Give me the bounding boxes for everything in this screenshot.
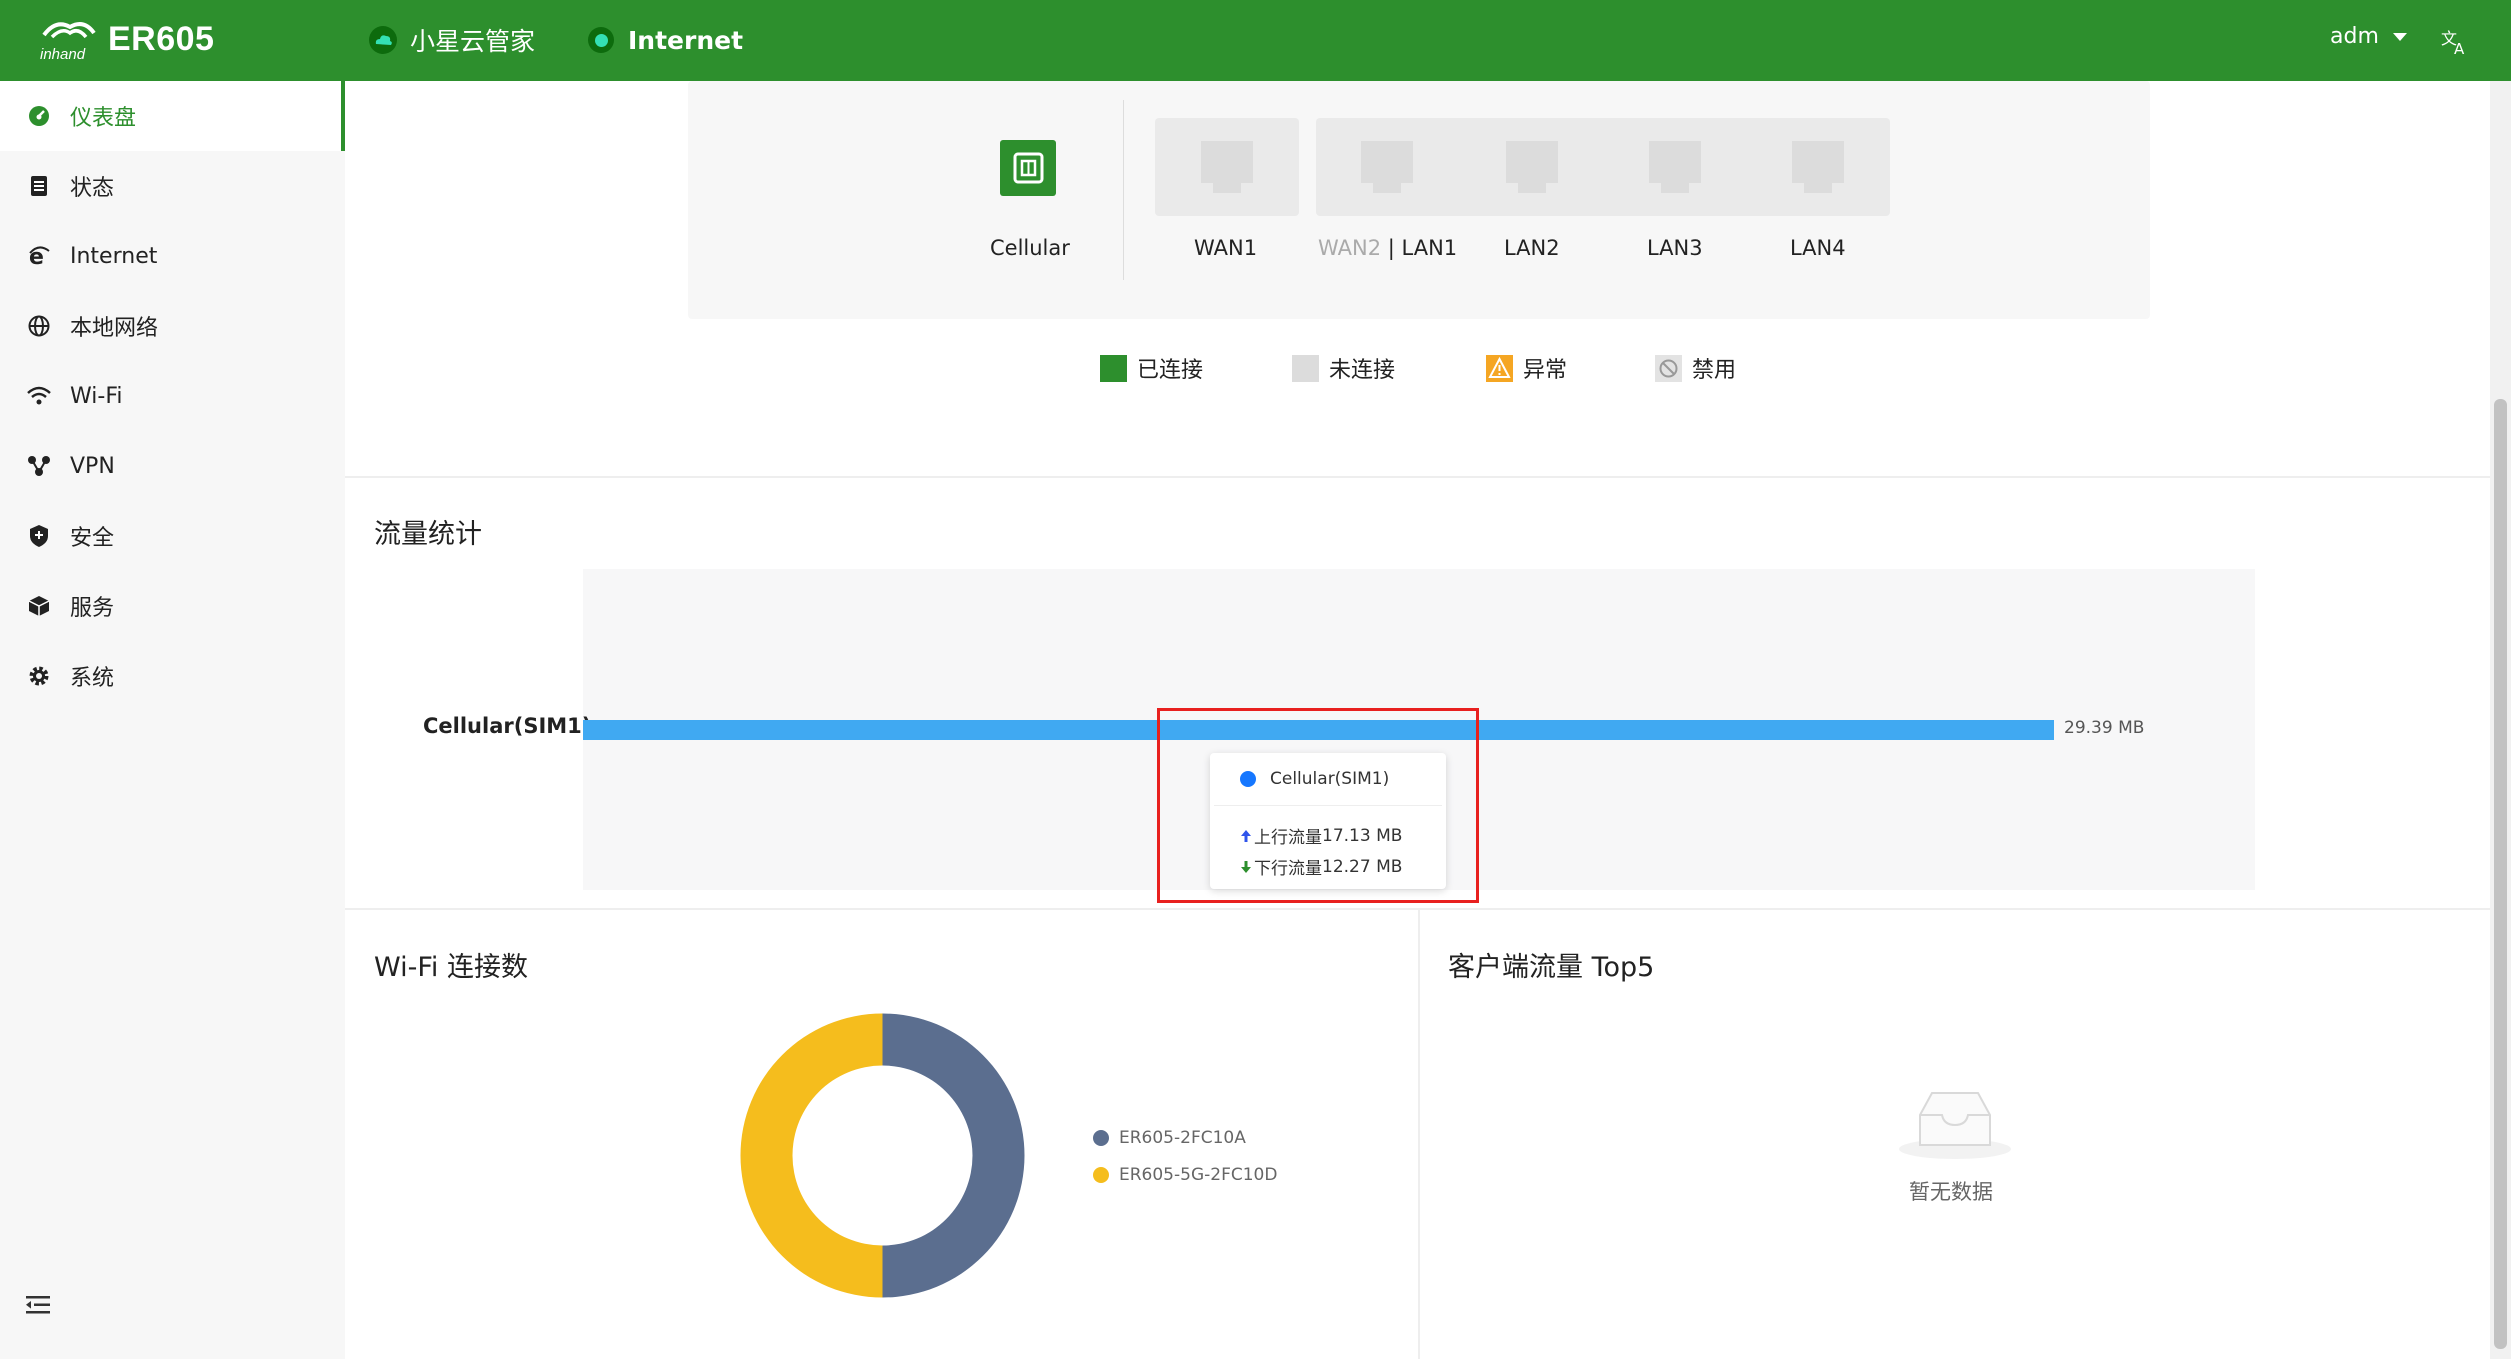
cloud-icon	[369, 26, 397, 54]
shield-icon	[26, 523, 52, 549]
highlight-box	[1157, 708, 1479, 903]
globe-icon	[26, 313, 52, 339]
column-divider	[1418, 910, 1420, 1359]
inhand-logo-icon: inhand	[40, 22, 96, 63]
translate-icon[interactable]: 文 A	[2440, 26, 2470, 56]
wifi-connections-title: Wi-Fi 连接数	[374, 952, 528, 983]
legend-disconnected: 未连接	[1292, 352, 1395, 384]
internet-label: Internet	[628, 25, 744, 55]
sidebar-item-system[interactable]: 系统	[0, 641, 345, 711]
connected-swatch	[1100, 354, 1127, 382]
lan3-port-label: LAN3	[1647, 236, 1703, 260]
status-icon	[26, 173, 52, 199]
scrollbar-thumb[interactable]	[2494, 399, 2507, 1349]
pie-legend-label: ER605-2FC10A	[1119, 1128, 1246, 1148]
legend-dot-icon	[1093, 1167, 1109, 1183]
sidebar-item-security[interactable]: 安全	[0, 501, 345, 571]
legend-dot-icon	[1093, 1130, 1109, 1146]
svg-text:A: A	[2454, 40, 2465, 56]
sidebar-item-internet[interactable]: e Internet	[0, 221, 345, 291]
scrollbar[interactable]	[2490, 81, 2511, 1359]
brand-name: ER605	[108, 19, 215, 58]
legend-disabled-label: 禁用	[1692, 358, 1737, 383]
svg-text:inhand: inhand	[40, 46, 86, 63]
ethernet-port-icon[interactable]	[1360, 140, 1414, 196]
legend-abnormal-label: 异常	[1523, 358, 1568, 383]
port-separator: |	[1387, 236, 1395, 260]
wan2-lan1-port-label: WAN2 | LAN1	[1318, 236, 1457, 260]
pie-legend-item[interactable]: ER605-2FC10A	[1093, 1128, 1246, 1148]
top-bar: inhand ER605 小星云管家 Internet adm 文 A	[0, 0, 2511, 81]
sidebar-item-label: 仪表盘	[70, 106, 137, 131]
collapse-sidebar-icon[interactable]	[24, 1293, 52, 1317]
pie-legend-item[interactable]: ER605-5G-2FC10D	[1093, 1165, 1277, 1185]
sidebar: 仪表盘 状态 e Internet 本地网络 Wi-Fi VPN 安全 服务 系…	[0, 81, 345, 1359]
wifi-icon	[26, 383, 52, 409]
ethernet-port-icon[interactable]	[1648, 140, 1702, 196]
traffic-stats-title: 流量统计	[374, 519, 482, 550]
sidebar-item-wifi[interactable]: Wi-Fi	[0, 361, 345, 431]
logo[interactable]: inhand ER605	[38, 14, 214, 64]
sidebar-item-label: 状态	[70, 176, 115, 201]
section-divider	[345, 476, 2490, 478]
wifi-donut-chart	[740, 1013, 1025, 1298]
legend-connected-label: 已连接	[1137, 358, 1204, 383]
wan2-label: WAN2	[1318, 236, 1382, 260]
router-dashboard: inhand ER605 小星云管家 Internet adm 文 A 仪表盘 …	[0, 0, 2511, 1359]
sidebar-item-services[interactable]: 服务	[0, 571, 345, 641]
legend-abnormal: 异常	[1486, 352, 1567, 384]
donut-slice-2[interactable]	[740, 1013, 883, 1298]
cellular-port-label: Cellular	[990, 236, 1070, 260]
sidebar-item-label: 系统	[70, 666, 115, 691]
user-menu[interactable]: adm	[2330, 24, 2407, 49]
vpn-icon	[26, 453, 52, 479]
sidebar-item-label: 本地网络	[70, 316, 159, 341]
sidebar-item-label: 安全	[70, 526, 115, 551]
gear-icon	[26, 663, 52, 689]
internet-icon: e	[26, 243, 52, 269]
sidebar-item-dashboard[interactable]: 仪表盘	[0, 81, 345, 151]
sidebar-item-status[interactable]: 状态	[0, 151, 345, 221]
cloud-manager-link[interactable]: 小星云管家	[368, 22, 535, 58]
disabled-icon	[1655, 354, 1682, 382]
ethernet-port-icon[interactable]	[1791, 140, 1845, 196]
cube-icon	[26, 593, 52, 619]
ethernet-port-icon[interactable]	[1505, 140, 1559, 196]
caret-down-icon	[2392, 32, 2407, 41]
online-status-icon	[588, 27, 614, 53]
wan1-port-label: WAN1	[1194, 236, 1258, 260]
bar-category-label: Cellular(SIM1)	[423, 714, 592, 738]
legend-disabled: 禁用	[1655, 352, 1736, 384]
client-traffic-top5-title: 客户端流量 Top5	[1448, 952, 1655, 983]
warning-icon	[1486, 354, 1513, 382]
sidebar-item-label: VPN	[70, 453, 115, 479]
legend-disconnected-label: 未连接	[1329, 358, 1396, 383]
sidebar-item-label: Internet	[70, 243, 158, 269]
sim-card-icon	[1000, 140, 1056, 196]
lan1-label: LAN1	[1401, 236, 1458, 260]
pie-legend-label: ER605-5G-2FC10D	[1119, 1165, 1278, 1185]
lan2-port-label: LAN2	[1504, 236, 1560, 260]
dashboard-icon	[26, 103, 52, 129]
sidebar-item-vpn[interactable]: VPN	[0, 431, 345, 501]
donut-slice-1[interactable]	[882, 1013, 1025, 1298]
empty-inbox-icon	[1899, 1092, 2011, 1159]
ethernet-port-icon[interactable]	[1200, 140, 1254, 196]
sidebar-item-local-network[interactable]: 本地网络	[0, 291, 345, 361]
disconnected-swatch	[1292, 354, 1319, 382]
sidebar-item-label: 服务	[70, 596, 115, 621]
lan4-port-label: LAN4	[1790, 236, 1846, 260]
divider	[1123, 100, 1124, 280]
empty-data-text: 暂无数据	[1909, 1180, 1993, 1204]
user-name: adm	[2330, 24, 2379, 49]
internet-status[interactable]: Internet	[588, 22, 743, 58]
bar-value-label: 29.39 MB	[2064, 718, 2145, 738]
sidebar-item-label: Wi-Fi	[70, 383, 123, 409]
cloud-manager-label: 小星云管家	[410, 27, 536, 56]
legend-connected: 已连接	[1100, 352, 1203, 384]
